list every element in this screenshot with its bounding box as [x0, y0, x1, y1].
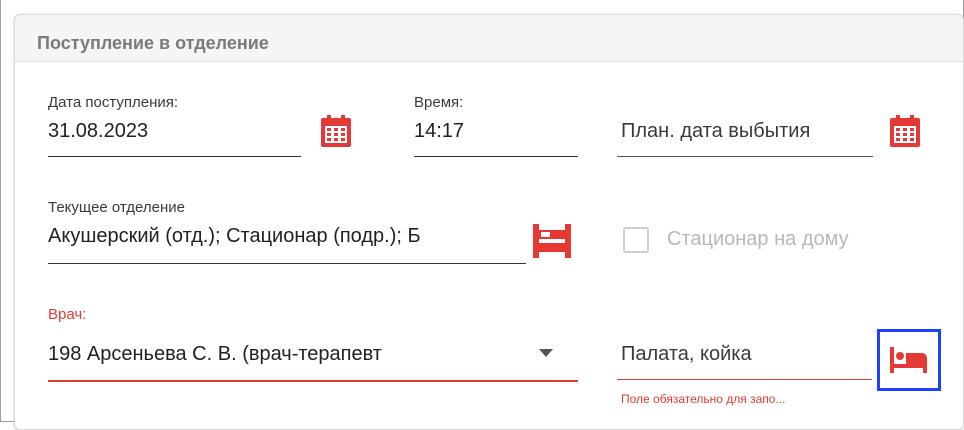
card-title: Поступление в отделение — [37, 33, 269, 53]
current-department-label: Текущее отделение — [48, 199, 185, 216]
planned-discharge-placeholder[interactable]: План. дата выбытия — [621, 120, 873, 143]
ward-bed-placeholder[interactable]: Палата, койка — [621, 343, 752, 366]
doctor-label: Врач: — [48, 306, 87, 323]
ward-bed-underline — [617, 379, 872, 380]
time-label: Время: — [414, 94, 464, 111]
planned-discharge-underline — [617, 156, 873, 157]
admission-date-label: Дата поступления: — [48, 94, 179, 111]
doctor-underline — [48, 380, 578, 382]
admission-date-value[interactable]: 31.08.2023 — [48, 120, 148, 143]
bed-icon — [890, 347, 927, 373]
home-hospital-label: Стационар на дому — [667, 228, 849, 250]
bed-icon[interactable] — [530, 220, 574, 260]
time-value[interactable]: 14:17 — [414, 120, 464, 143]
current-department-value[interactable]: Акушерский (отд.); Стационар (подр.); Б — [48, 225, 526, 248]
chevron-down-icon[interactable] — [538, 348, 554, 358]
home-hospital-checkbox[interactable] — [623, 227, 649, 253]
admission-date-underline — [48, 156, 301, 157]
card-header: Поступление в отделение — [15, 15, 963, 62]
calendar-icon[interactable] — [318, 114, 354, 150]
calendar-icon[interactable] — [887, 114, 923, 150]
time-underline — [414, 156, 578, 157]
doctor-value[interactable]: 198 Арсеньева С. В. (врач-терапевт — [48, 343, 526, 366]
admission-card: Поступление в отделение Дата поступления… — [14, 14, 964, 430]
ward-bed-error: Поле обязательно для запо... — [621, 392, 786, 406]
current-department-underline — [48, 263, 526, 264]
ward-bed-button[interactable] — [877, 329, 941, 391]
